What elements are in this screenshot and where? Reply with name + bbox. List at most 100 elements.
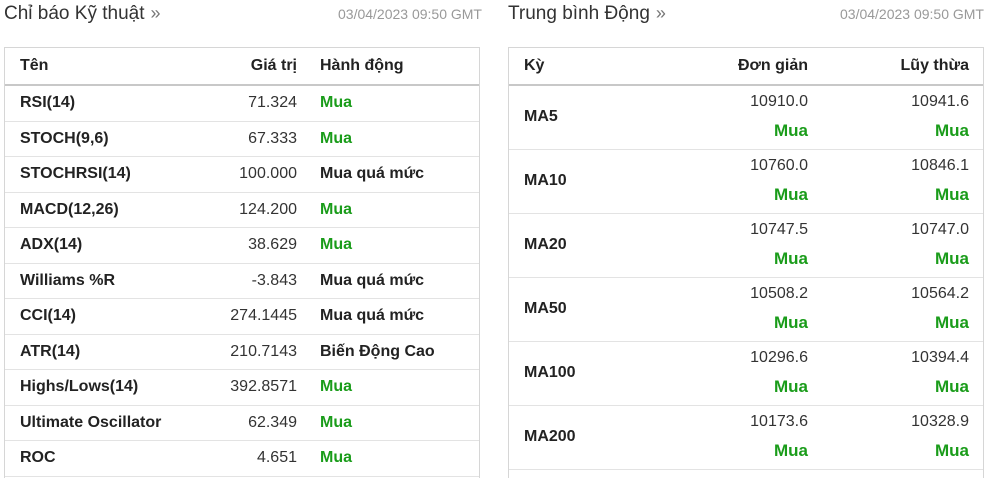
panel-title[interactable]: Chỉ báo Kỹ thuật <box>4 3 144 24</box>
simple-value: 10910.0 <box>750 93 808 110</box>
ma-rows: MA5 10910.0 10941.6 Mua Mua MA10 10760.0 10846.… <box>509 86 983 470</box>
indicator-action: Mua quá mức <box>320 165 425 182</box>
indicator-value: 100.000 <box>239 165 297 182</box>
ma-period: MA20 <box>524 236 567 253</box>
indicator-value: 38.629 <box>248 236 297 253</box>
table-row: MA5 10910.0 10941.6 Mua Mua <box>509 86 983 150</box>
table-row: MA20 10747.5 10747.0 Mua Mua <box>509 214 983 278</box>
indicator-name: STOCHRSI(14) <box>20 165 131 182</box>
indicators-table: Tên Giá trị Hành động RSI(14) 71.324 Mua ST… <box>4 47 480 478</box>
table-row: MACD(12,26) 124.200 Mua <box>5 193 479 228</box>
table-row: MA10 10760.0 10846.1 Mua Mua <box>509 150 983 214</box>
table-row: MA100 10296.6 10394.4 Mua Mua <box>509 342 983 406</box>
table-row: STOCH(9,6) 67.333 Mua <box>5 122 479 157</box>
panel-header: Trung bình Động » 03/04/2023 09:50 GMT <box>504 0 986 30</box>
exp-signal: Mua <box>935 313 969 332</box>
simple-signal: Mua <box>774 441 808 460</box>
indicator-value: 124.200 <box>239 200 297 218</box>
exp-signal: Mua <box>935 441 969 460</box>
indicator-action: Mua <box>320 378 352 395</box>
simple-signal: Mua <box>774 377 808 396</box>
header-period: Kỳ <box>524 57 545 74</box>
indicator-action: Mua <box>320 449 352 466</box>
table-row: MA50 10508.2 10564.2 Mua Mua <box>509 278 983 342</box>
indicator-value: 4.651 <box>256 449 297 466</box>
indicator-action: Biến Động Cao <box>320 342 435 360</box>
timestamp: 03/04/2023 09:50 GMT <box>840 6 984 22</box>
exp-value: 10328.9 <box>911 413 969 430</box>
indicator-name: Williams %R <box>20 271 115 289</box>
indicator-name: STOCH(9,6) <box>20 129 109 147</box>
indicator-name: ATR(14) <box>20 342 81 360</box>
header-value: Giá trị <box>250 57 297 74</box>
table-row: Highs/Lows(14) 392.8571 Mua <box>5 370 479 406</box>
simple-value: 10296.6 <box>750 349 808 366</box>
ma-period: MA100 <box>524 364 576 381</box>
indicator-name: CCI(14) <box>20 307 77 324</box>
raquo-icon[interactable]: » <box>150 3 160 23</box>
indicator-action: Mua <box>320 200 352 218</box>
table-header: Kỳ Đơn giản Lũy thừa <box>509 48 983 86</box>
indicator-value: 67.333 <box>248 129 297 147</box>
table-header: Tên Giá trị Hành động <box>5 48 479 86</box>
indicator-action: Mua <box>320 413 352 431</box>
indicator-action: Mua <box>320 236 352 253</box>
indicator-value: 71.324 <box>248 94 297 111</box>
exp-signal: Mua <box>935 249 969 268</box>
ma-period: MA50 <box>524 300 567 317</box>
indicator-name: RSI(14) <box>20 94 76 111</box>
simple-value: 10760.0 <box>750 157 808 174</box>
header-name: Tên <box>20 57 49 74</box>
table-row: Ultimate Oscillator 62.349 Mua <box>5 406 479 441</box>
simple-signal: Mua <box>774 185 808 204</box>
raquo-icon[interactable]: » <box>656 3 666 23</box>
exp-value: 10941.6 <box>911 93 969 110</box>
indicator-name: ROC <box>20 449 56 466</box>
indicator-action: Mua quá mức <box>320 307 425 324</box>
ma-period: MA5 <box>524 108 558 125</box>
simple-value: 10747.5 <box>750 221 808 238</box>
exp-value: 10747.0 <box>911 221 969 238</box>
table-row: ADX(14) 38.629 Mua <box>5 228 479 264</box>
panel-title[interactable]: Trung bình Động <box>508 3 650 24</box>
indicator-name: MACD(12,26) <box>20 200 119 218</box>
indicators-title-link[interactable]: Chỉ báo Kỹ thuật » <box>4 3 161 25</box>
moving-averages-panel: Trung bình Động » 03/04/2023 09:50 GMT Kỳ… <box>504 0 986 478</box>
simple-value: 10173.6 <box>750 413 808 430</box>
simple-signal: Mua <box>774 249 808 268</box>
exp-signal: Mua <box>935 121 969 140</box>
table-row: STOCHRSI(14) 100.000 Mua quá mức <box>5 157 479 193</box>
indicator-value: 210.7143 <box>230 342 297 360</box>
indicator-value: -3.843 <box>251 271 297 289</box>
simple-signal: Mua <box>774 313 808 332</box>
table-row: MA200 10173.6 10328.9 Mua Mua <box>509 406 983 470</box>
indicators-rows: RSI(14) 71.324 Mua STOCH(9,6) 67.333 Mua STOCH… <box>5 86 479 477</box>
indicator-action: Mua <box>320 94 352 111</box>
table-row: CCI(14) 274.1445 Mua quá mức <box>5 299 479 335</box>
exp-value: 10846.1 <box>911 157 969 174</box>
moving-averages-table: Kỳ Đơn giản Lũy thừa MA5 10910.0 10941.6 Mu… <box>508 47 984 478</box>
exp-signal: Mua <box>935 377 969 396</box>
header-simple: Đơn giản <box>737 57 808 74</box>
indicator-name: ADX(14) <box>20 236 83 253</box>
exp-value: 10564.2 <box>911 285 969 302</box>
timestamp: 03/04/2023 09:50 GMT <box>338 6 482 22</box>
ma-period: MA200 <box>524 428 576 445</box>
indicator-name: Ultimate Oscillator <box>20 413 162 431</box>
technical-indicators-panel: Chỉ báo Kỹ thuật » 03/04/2023 09:50 GMT T… <box>0 0 484 478</box>
exp-signal: Mua <box>935 185 969 204</box>
indicator-name: Highs/Lows(14) <box>20 378 139 395</box>
table-row: ATR(14) 210.7143 Biến Động Cao <box>5 335 479 370</box>
exp-value: 10394.4 <box>911 349 969 366</box>
ma-period: MA10 <box>524 172 567 189</box>
indicator-value: 62.349 <box>248 413 297 431</box>
ma-title-link[interactable]: Trung bình Động » <box>508 3 666 25</box>
header-exponential: Lũy thừa <box>900 57 969 74</box>
indicator-action: Mua quá mức <box>320 271 425 289</box>
indicator-value: 392.8571 <box>230 378 297 395</box>
table-row: Williams %R -3.843 Mua quá mức <box>5 264 479 299</box>
indicator-action: Mua <box>320 129 352 147</box>
panel-header: Chỉ báo Kỹ thuật » 03/04/2023 09:50 GMT <box>0 0 484 30</box>
simple-signal: Mua <box>774 121 808 140</box>
header-action: Hành động <box>320 57 404 74</box>
